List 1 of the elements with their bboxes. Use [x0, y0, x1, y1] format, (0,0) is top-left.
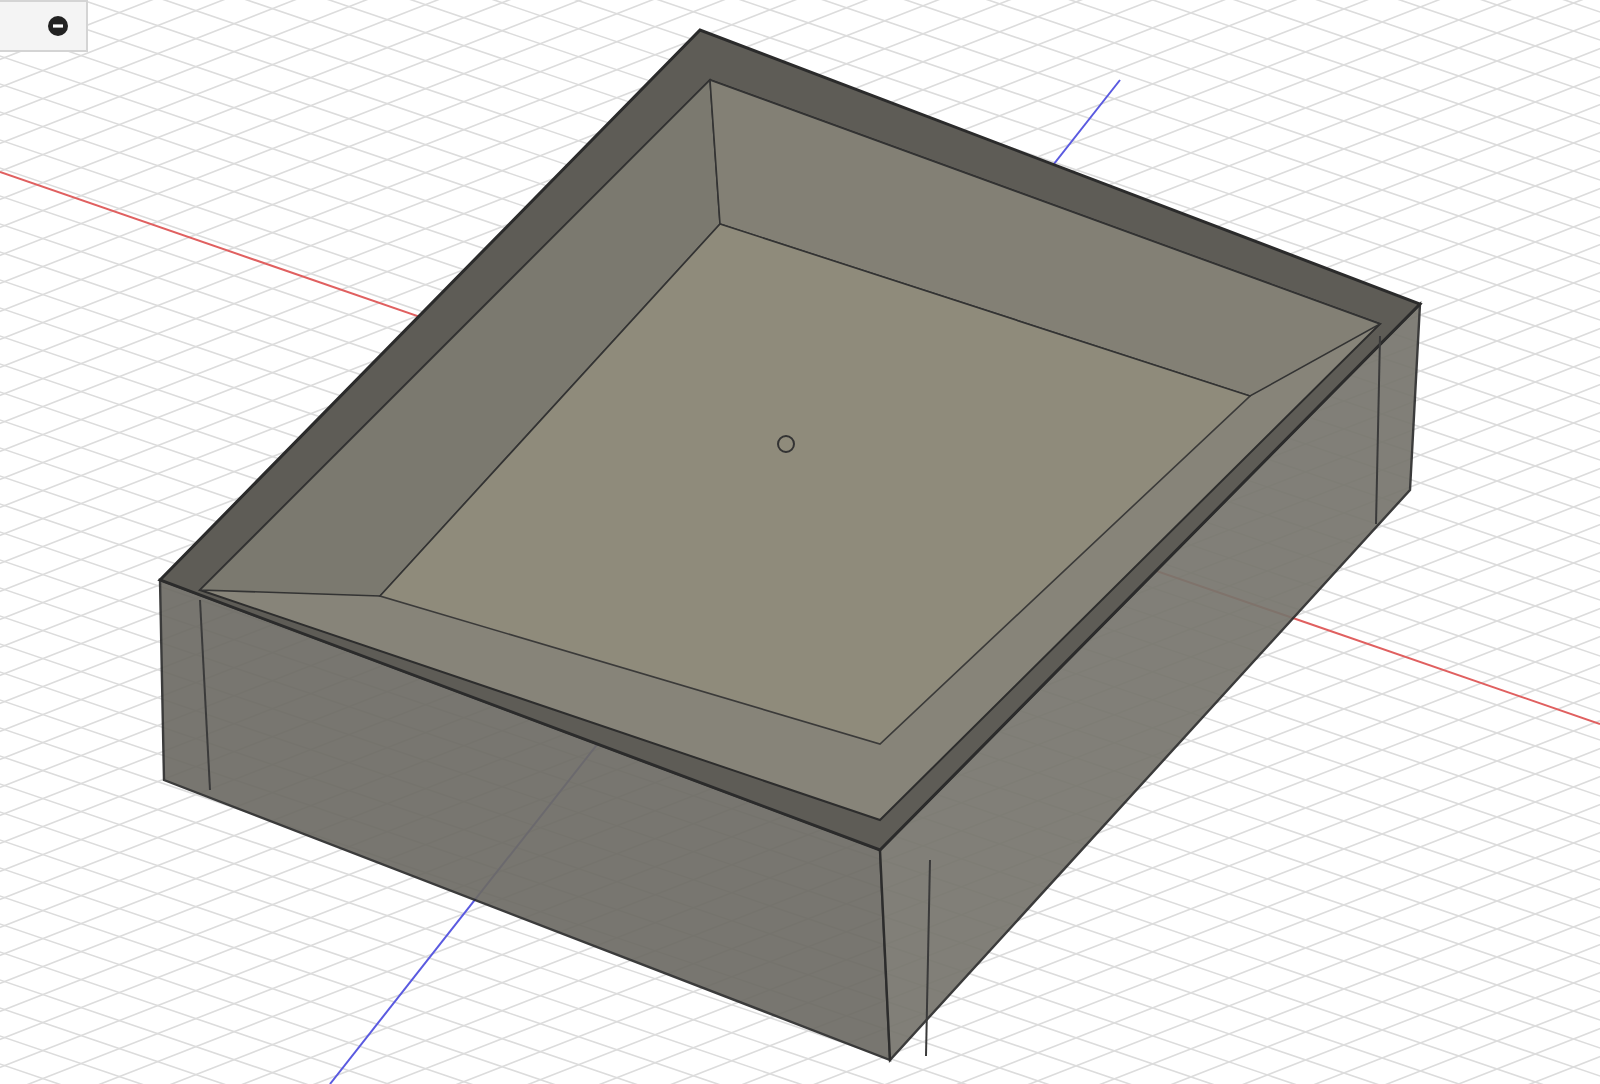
collapse-icon[interactable]	[48, 16, 68, 36]
